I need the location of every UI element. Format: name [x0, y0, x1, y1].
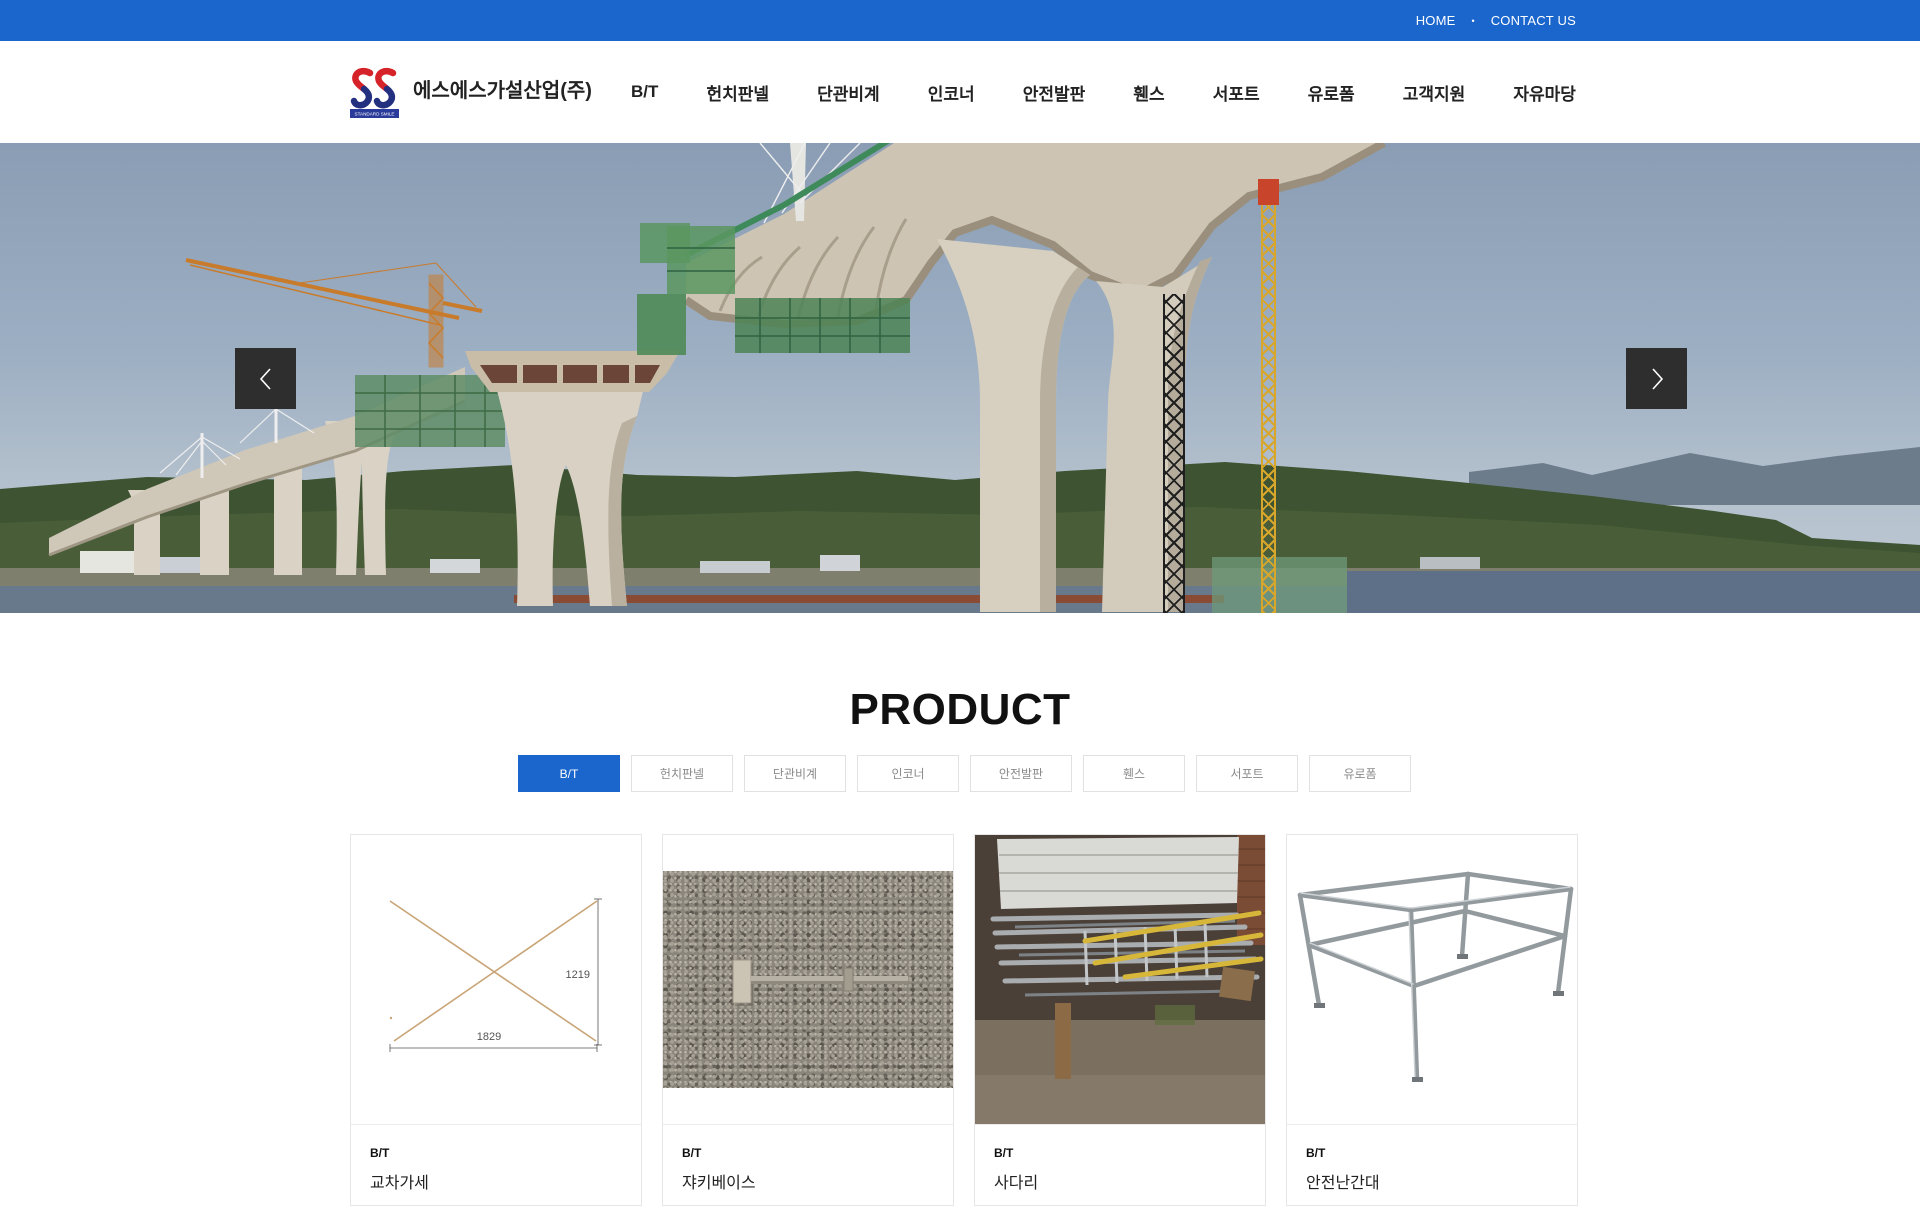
link-separator: • [1471, 15, 1475, 26]
nav-item-fence[interactable]: 휀스 [1133, 80, 1164, 105]
tower-crane-yellow [1261, 183, 1276, 613]
lattice-tower-dark [1163, 294, 1185, 613]
slider-next-button[interactable] [1626, 348, 1687, 409]
product-name: 사다리 [994, 1175, 1039, 1192]
cross-brace-diagram: 1219 1829 [389, 898, 602, 1052]
product-section-title: PRODUCT [849, 685, 1071, 734]
product-grid: 1219 1829 B/T 교차가세 B/T 쟈키베이스 B/T 사다리 B/T… [350, 834, 1578, 1206]
main-navigation: B/T 헌치판넬 단관비계 인코너 안전발판 휀스 서포트 유로폼 고객지원 자… [631, 41, 1576, 143]
chevron-right-icon [1651, 367, 1663, 390]
height-dimension-label: 1219 [566, 969, 590, 981]
logo-caption: STANDARD SMILE [355, 112, 395, 117]
nav-item-customer-support[interactable]: 고객지원 [1403, 80, 1466, 105]
product-category: B/T [370, 1146, 390, 1160]
company-logo[interactable]: STANDARD SMILE [350, 66, 399, 118]
nav-item-bt[interactable]: B/T [631, 82, 658, 102]
nav-item-support[interactable]: 서포트 [1213, 80, 1260, 105]
jack-base-photo [732, 959, 908, 1006]
logo-mark-icon: STANDARD SMILE [350, 67, 399, 118]
product-image: 1219 1829 [351, 835, 641, 1125]
product-card[interactable]: 1219 1829 B/T 교차가세 [350, 834, 642, 1206]
hero-slider [0, 143, 1920, 613]
ladder-stack-photo [975, 835, 1265, 1124]
tab-fence[interactable]: 휀스 [1083, 755, 1185, 792]
company-name: 에스에스가설산업(주) [413, 80, 592, 102]
tab-safety-deck[interactable]: 안전발판 [970, 755, 1072, 792]
width-dimension-label: 1829 [477, 1031, 501, 1043]
product-card[interactable]: B/T 사다리 [974, 834, 1266, 1206]
nav-item-safety-deck[interactable]: 안전발판 [1023, 80, 1086, 105]
green-scaffolding-left [355, 375, 505, 447]
tab-support[interactable]: 서포트 [1196, 755, 1298, 792]
product-category: B/T [994, 1146, 1014, 1160]
product-image [663, 835, 953, 1125]
safety-railing-photo [1297, 871, 1574, 1082]
product-name: 쟈키베이스 [682, 1175, 756, 1192]
tab-incorner[interactable]: 인코너 [857, 755, 959, 792]
product-image [1287, 835, 1577, 1125]
contact-us-link[interactable]: CONTACT US [1491, 13, 1576, 28]
tab-bt[interactable]: B/T [518, 755, 620, 792]
nav-item-haunch-panel[interactable]: 헌치판넬 [706, 80, 769, 105]
product-category-tabs: B/T 헌치판넬 단관비계 인코너 안전발판 휀스 서포트 유로폼 [518, 755, 1411, 792]
top-utility-bar: HOME • CONTACT US [0, 0, 1920, 41]
tower-crane-top [1258, 179, 1279, 205]
home-link[interactable]: HOME [1416, 13, 1456, 28]
nav-item-free-board[interactable]: 자유마당 [1513, 80, 1576, 105]
nav-item-pipe-scaffold[interactable]: 단관비계 [817, 80, 880, 105]
product-name: 교차가세 [370, 1175, 429, 1192]
tab-euroform[interactable]: 유로폼 [1309, 755, 1411, 792]
utility-links: HOME • CONTACT US [1416, 0, 1576, 41]
tab-pipe-scaffold[interactable]: 단관비계 [744, 755, 846, 792]
tower-crane-left [185, 258, 483, 368]
product-card[interactable]: B/T 쟈키베이스 [662, 834, 954, 1206]
tab-haunch-panel[interactable]: 헌치판넬 [631, 755, 733, 792]
product-category: B/T [1306, 1146, 1326, 1160]
product-card[interactable]: B/T 안전난간대 [1286, 834, 1578, 1206]
product-image [975, 835, 1265, 1125]
nav-item-incorner[interactable]: 인코너 [928, 80, 975, 105]
nav-item-euroform[interactable]: 유로폼 [1308, 80, 1355, 105]
site-header: STANDARD SMILE 에스에스가설산업(주) B/T 헌치판넬 단관비계… [0, 41, 1920, 143]
product-name: 안전난간대 [1306, 1175, 1380, 1192]
chevron-left-icon [259, 367, 271, 390]
slider-prev-button[interactable] [235, 348, 296, 409]
product-category: B/T [682, 1146, 702, 1160]
